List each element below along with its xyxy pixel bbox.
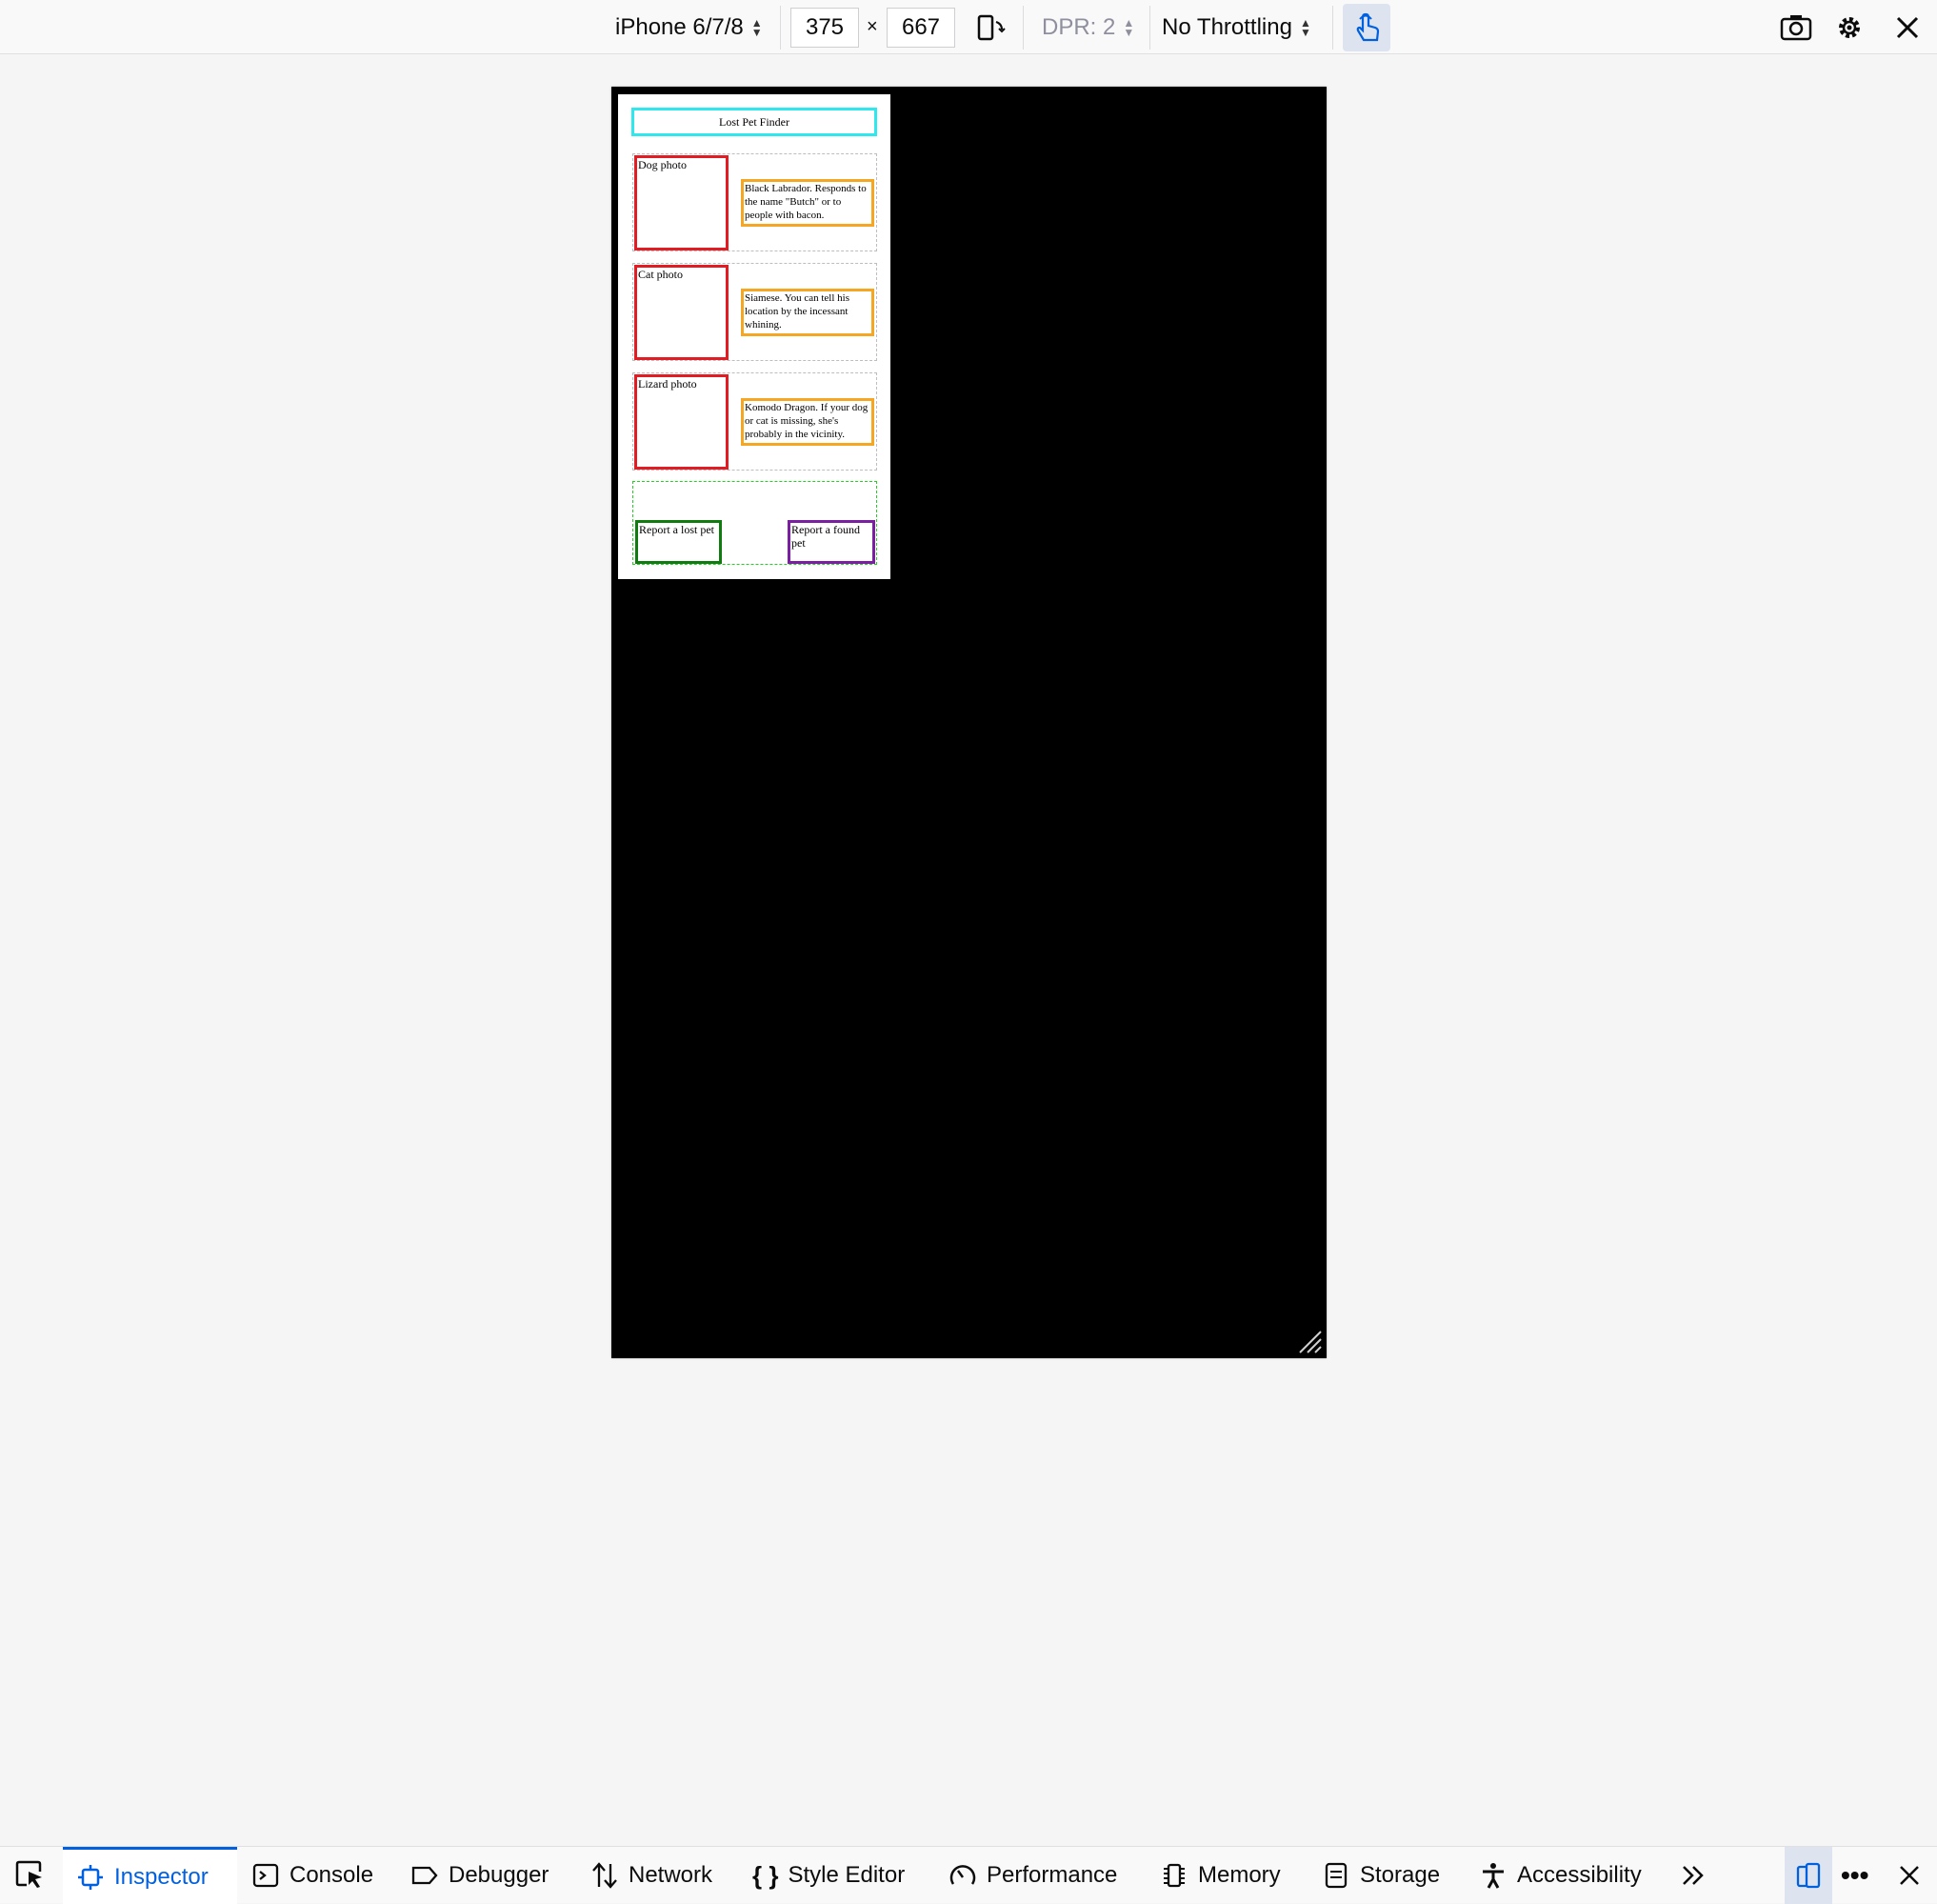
tab-label: Debugger — [449, 1862, 549, 1888]
inspector-icon — [78, 1864, 103, 1890]
tab-accessibility[interactable]: Accessibility — [1479, 1847, 1642, 1904]
pet-description: Komodo Dragon. If your dog or cat is mis… — [741, 398, 874, 446]
pet-description: Black Labrador. Responds to the name "Bu… — [741, 179, 874, 227]
viewport-width-input[interactable]: 375 — [790, 8, 859, 48]
tab-label: Accessibility — [1517, 1862, 1642, 1888]
divider — [1023, 6, 1024, 50]
report-found-pet-button[interactable]: Report a found pet — [788, 520, 875, 564]
performance-gauge-icon — [949, 1865, 976, 1885]
settings-gear-icon[interactable] — [1829, 8, 1869, 48]
more-options-icon[interactable]: ••• — [1841, 1847, 1868, 1904]
cat-photo: Cat photo — [634, 265, 729, 360]
tab-label: Memory — [1198, 1862, 1281, 1888]
tab-label: Style Editor — [788, 1862, 906, 1888]
tab-storage[interactable]: Storage — [1322, 1847, 1440, 1904]
devtools-toolbar: Inspector Console Debugger Network { } S… — [0, 1846, 1937, 1904]
tab-label: Inspector — [114, 1863, 209, 1890]
dog-photo: Dog photo — [634, 155, 729, 251]
throttling-selector[interactable]: No Throttling ▲ ▼ — [1162, 0, 1311, 54]
screenshot-camera-icon[interactable] — [1776, 8, 1816, 48]
device-selector-label: iPhone 6/7/8 — [615, 13, 744, 40]
viewport-resize-handle-icon[interactable] — [1298, 1330, 1323, 1354]
console-icon — [252, 1863, 279, 1888]
tab-label: Storage — [1360, 1862, 1441, 1888]
storage-icon — [1325, 1862, 1348, 1889]
tab-memory[interactable]: Memory — [1160, 1847, 1281, 1904]
tab-console[interactable]: Console — [251, 1847, 373, 1904]
dimension-separator: × — [867, 16, 878, 37]
element-picker-icon[interactable] — [10, 1854, 50, 1894]
pet-description: Siamese. You can tell his location by th… — [741, 289, 874, 336]
device-selector[interactable]: iPhone 6/7/8 ▲ ▼ — [615, 0, 763, 54]
rotate-viewport-icon[interactable] — [970, 8, 1010, 48]
select-arrows-icon: ▲ ▼ — [1123, 15, 1135, 39]
select-arrows-icon: ▲ ▼ — [750, 15, 763, 39]
dpr-label: DPR: 2 — [1042, 13, 1116, 40]
braces-icon: { } — [752, 1860, 779, 1890]
tab-inspector[interactable]: Inspector — [63, 1847, 237, 1904]
divider — [1149, 6, 1150, 50]
tab-debugger[interactable]: Debugger — [410, 1847, 549, 1904]
pet-card: Dog photo Black Labrador. Responds to th… — [632, 153, 877, 251]
pet-card: Lizard photo Komodo Dragon. If your dog … — [632, 372, 877, 471]
report-actions: Report a lost pet Report a found pet — [632, 481, 877, 565]
responsive-design-mode-icon[interactable] — [1785, 1847, 1832, 1904]
tab-performance[interactable]: Performance — [949, 1847, 1117, 1904]
touch-simulation-icon[interactable] — [1343, 4, 1390, 51]
more-tabs-chevron-icon[interactable] — [1679, 1847, 1707, 1904]
tab-label: Network — [629, 1862, 713, 1888]
tab-style-editor[interactable]: { } Style Editor — [752, 1847, 905, 1904]
lizard-photo: Lizard photo — [634, 374, 729, 470]
memory-chip-icon — [1164, 1863, 1185, 1888]
divider — [780, 6, 781, 50]
page-title: Lost Pet Finder — [631, 108, 877, 136]
throttling-label: No Throttling — [1162, 13, 1292, 40]
rdm-toolbar: iPhone 6/7/8 ▲ ▼ 375 × 667 DPR: 2 ▲ ▼ No T… — [0, 0, 1937, 54]
tab-label: Performance — [987, 1862, 1118, 1888]
close-rdm-icon[interactable] — [1887, 8, 1927, 48]
pet-card: Cat photo Siamese. You can tell his loca… — [632, 263, 877, 361]
close-devtools-icon[interactable] — [1895, 1847, 1924, 1904]
debugger-icon — [411, 1866, 438, 1885]
tab-network[interactable]: Network — [590, 1847, 712, 1904]
dpr-selector[interactable]: DPR: 2 ▲ ▼ — [1042, 0, 1134, 54]
divider — [1332, 6, 1333, 50]
viewport-height-input[interactable]: 667 — [887, 8, 955, 48]
report-lost-pet-button[interactable]: Report a lost pet — [635, 520, 722, 564]
accessibility-person-icon — [1483, 1863, 1504, 1889]
web-page: Lost Pet Finder Dog photo Black Labrador… — [618, 94, 890, 579]
tab-label: Console — [290, 1862, 374, 1888]
network-arrows-icon — [592, 1862, 617, 1889]
select-arrows-icon: ▲ ▼ — [1299, 15, 1311, 39]
